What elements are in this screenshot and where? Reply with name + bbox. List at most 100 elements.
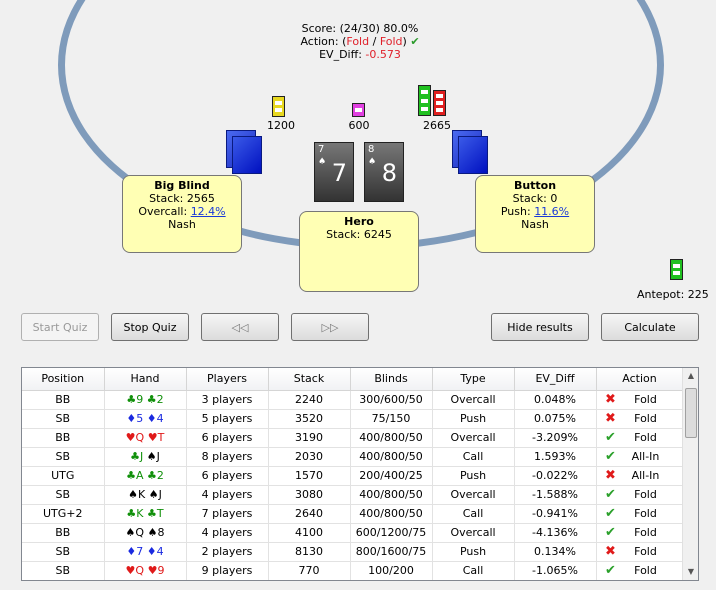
card-rank: 9 xyxy=(157,564,165,577)
spade-icon: ♠ xyxy=(318,157,327,167)
action-label: Fold xyxy=(634,412,657,425)
hide-results-button[interactable]: Hide results xyxy=(491,313,589,341)
table-row[interactable]: UTG+2 ♣K ♣T 7 players 2640 400/800/50 Call -0.… xyxy=(22,504,684,524)
diamond-icon: ♦ xyxy=(146,412,157,425)
card-rank: 2 xyxy=(156,469,164,482)
table-row[interactable]: SB ♦7 ♦4 2 players 8130 800/1600/75 Push 0.134… xyxy=(22,542,684,562)
push-link[interactable]: 11.6% xyxy=(534,205,569,218)
table-row[interactable]: UTG ♣A ♣2 6 players 1570 200/400/25 Push -0.02… xyxy=(22,466,684,486)
scrollbar-thumb[interactable] xyxy=(685,388,697,438)
chip-stack-icon xyxy=(418,85,446,116)
stack-cell: 1570 xyxy=(295,469,323,482)
card-rank: Q xyxy=(135,431,145,444)
position-cell: SB xyxy=(55,488,71,501)
club-icon: ♣ xyxy=(147,469,157,482)
column-header[interactable]: Blinds xyxy=(350,368,433,391)
score-value: (24/30) 80.0% xyxy=(339,22,419,35)
table-row[interactable]: SB ♦5 ♦4 5 players 3520 75/150 Push 0.075% ✖ Fol… xyxy=(22,409,684,429)
column-header[interactable]: Type xyxy=(432,368,515,391)
check-icon: ✔ xyxy=(605,430,616,445)
stack-cell: 3190 xyxy=(295,431,323,444)
ev-line: EV_Diff: -0.573 xyxy=(319,48,401,61)
heart-icon: ♥ xyxy=(125,431,136,444)
card-rank: 4 xyxy=(156,412,164,425)
table-row[interactable]: SB ♠K ♠J 4 players 3080 400/800/50 Overcall -1… xyxy=(22,485,684,505)
stack-cell: 3520 xyxy=(295,412,323,425)
card-rank: 2 xyxy=(156,393,164,406)
chip-stack-icon xyxy=(352,103,365,117)
ev-diff-cell: -3.209% xyxy=(532,431,578,444)
player-hero: Hero Stack: 6245 xyxy=(299,211,419,292)
club-icon: ♣ xyxy=(130,450,140,463)
hand-cell: ♦5 ♦4 xyxy=(126,412,163,425)
hand-cell: ♣K ♣T xyxy=(126,507,163,520)
blinds-cell: 400/800/50 xyxy=(359,488,423,501)
heart-icon: ♥ xyxy=(147,564,158,577)
chip-icon xyxy=(670,259,683,280)
vertical-scrollbar[interactable]: ▲ ▼ xyxy=(682,368,698,580)
spade-icon: ♠ xyxy=(148,488,159,501)
table-row[interactable]: BB ♥Q ♥T 6 players 3190 400/800/50 Overcall -3… xyxy=(22,428,684,448)
score-panel: Score: (24/30) 80.0% Action: (Fold / Fol… xyxy=(260,22,460,61)
hand-cell: ♦7 ♦4 xyxy=(126,545,163,558)
action-label: Fold xyxy=(634,393,657,406)
ev-diff-cell: 0.048% xyxy=(534,393,576,406)
type-cell: Push xyxy=(459,469,487,482)
previous-button[interactable]: ◁◁ xyxy=(201,313,279,341)
action-label: Fold xyxy=(634,507,657,520)
players-cell: 4 players xyxy=(201,526,253,539)
players-cell: 8 players xyxy=(201,450,253,463)
action-cell: ✔ Fold xyxy=(601,563,671,578)
position-cell: UTG+2 xyxy=(42,507,83,520)
heart-icon: ♥ xyxy=(125,564,136,577)
type-cell: Call xyxy=(462,450,484,463)
type-cell: Overcall xyxy=(450,431,496,444)
spade-icon: ♠ xyxy=(125,526,136,539)
stop-quiz-button[interactable]: Stop Quiz xyxy=(111,313,189,341)
spade-icon: ♠ xyxy=(368,157,377,167)
table-row[interactable]: BB ♠Q ♠8 4 players 4100 600/1200/75 Overcall -… xyxy=(22,523,684,543)
blinds-cell: 300/600/50 xyxy=(359,393,423,406)
players-cell: 3 players xyxy=(201,393,253,406)
position-cell: SB xyxy=(55,412,71,425)
diamond-icon: ♦ xyxy=(126,545,137,558)
column-header[interactable]: Hand xyxy=(104,368,187,391)
players-cell: 6 players xyxy=(201,431,253,444)
cross-icon: ✖ xyxy=(605,392,616,407)
ev-diff-cell: -4.136% xyxy=(532,526,578,539)
column-header[interactable]: Position xyxy=(22,368,105,391)
column-header[interactable]: Players xyxy=(186,368,269,391)
scroll-up-icon[interactable]: ▲ xyxy=(683,368,698,384)
results-table[interactable]: Position Hand Players Stack Blinds Type … xyxy=(21,367,699,581)
players-cell: 4 players xyxy=(201,488,253,501)
ev-diff-cell: 0.075% xyxy=(534,412,576,425)
table-row[interactable]: SB ♣J ♠J 8 players 2030 400/800/50 Call 1.593%… xyxy=(22,447,684,467)
column-header[interactable]: Action xyxy=(596,368,684,391)
column-header[interactable]: Stack xyxy=(268,368,351,391)
position-cell: BB xyxy=(55,526,71,539)
stack-cell: 770 xyxy=(298,564,320,577)
hand-cell: ♣A ♣2 xyxy=(126,469,164,482)
stack-cell: 2640 xyxy=(295,507,323,520)
ev-diff-cell: -0.941% xyxy=(532,507,578,520)
table-row[interactable]: BB ♣9 ♣2 3 players 2240 300/600/50 Overcall 0.… xyxy=(22,390,684,410)
action-correct: Fold xyxy=(346,35,370,48)
stack-cell: 8130 xyxy=(295,545,323,558)
hand-cell: ♠K ♠J xyxy=(128,488,162,501)
players-cell: 6 players xyxy=(201,469,253,482)
scroll-down-icon[interactable]: ▼ xyxy=(683,564,698,580)
calculate-button[interactable]: Calculate xyxy=(601,313,699,341)
table-row[interactable]: SB ♥Q ♥9 9 players 770 100/200 Call -1.065% ✔ Fo… xyxy=(22,561,684,580)
players-cell: 9 players xyxy=(201,564,253,577)
check-icon: ✔ xyxy=(605,506,616,521)
diamond-icon: ♦ xyxy=(146,545,157,558)
next-button[interactable]: ▷▷ xyxy=(291,313,369,341)
player-button: Button Stack: 0 Push: 11.6% Nash xyxy=(475,175,595,253)
position-cell: BB xyxy=(55,431,71,444)
overcall-link[interactable]: 12.4% xyxy=(191,205,226,218)
blinds-cell: 75/150 xyxy=(371,412,411,425)
start-quiz-button[interactable]: Start Quiz xyxy=(21,313,99,341)
card-rank: Q xyxy=(135,564,145,577)
column-header[interactable]: EV_Diff xyxy=(514,368,597,391)
club-icon: ♣ xyxy=(126,469,136,482)
